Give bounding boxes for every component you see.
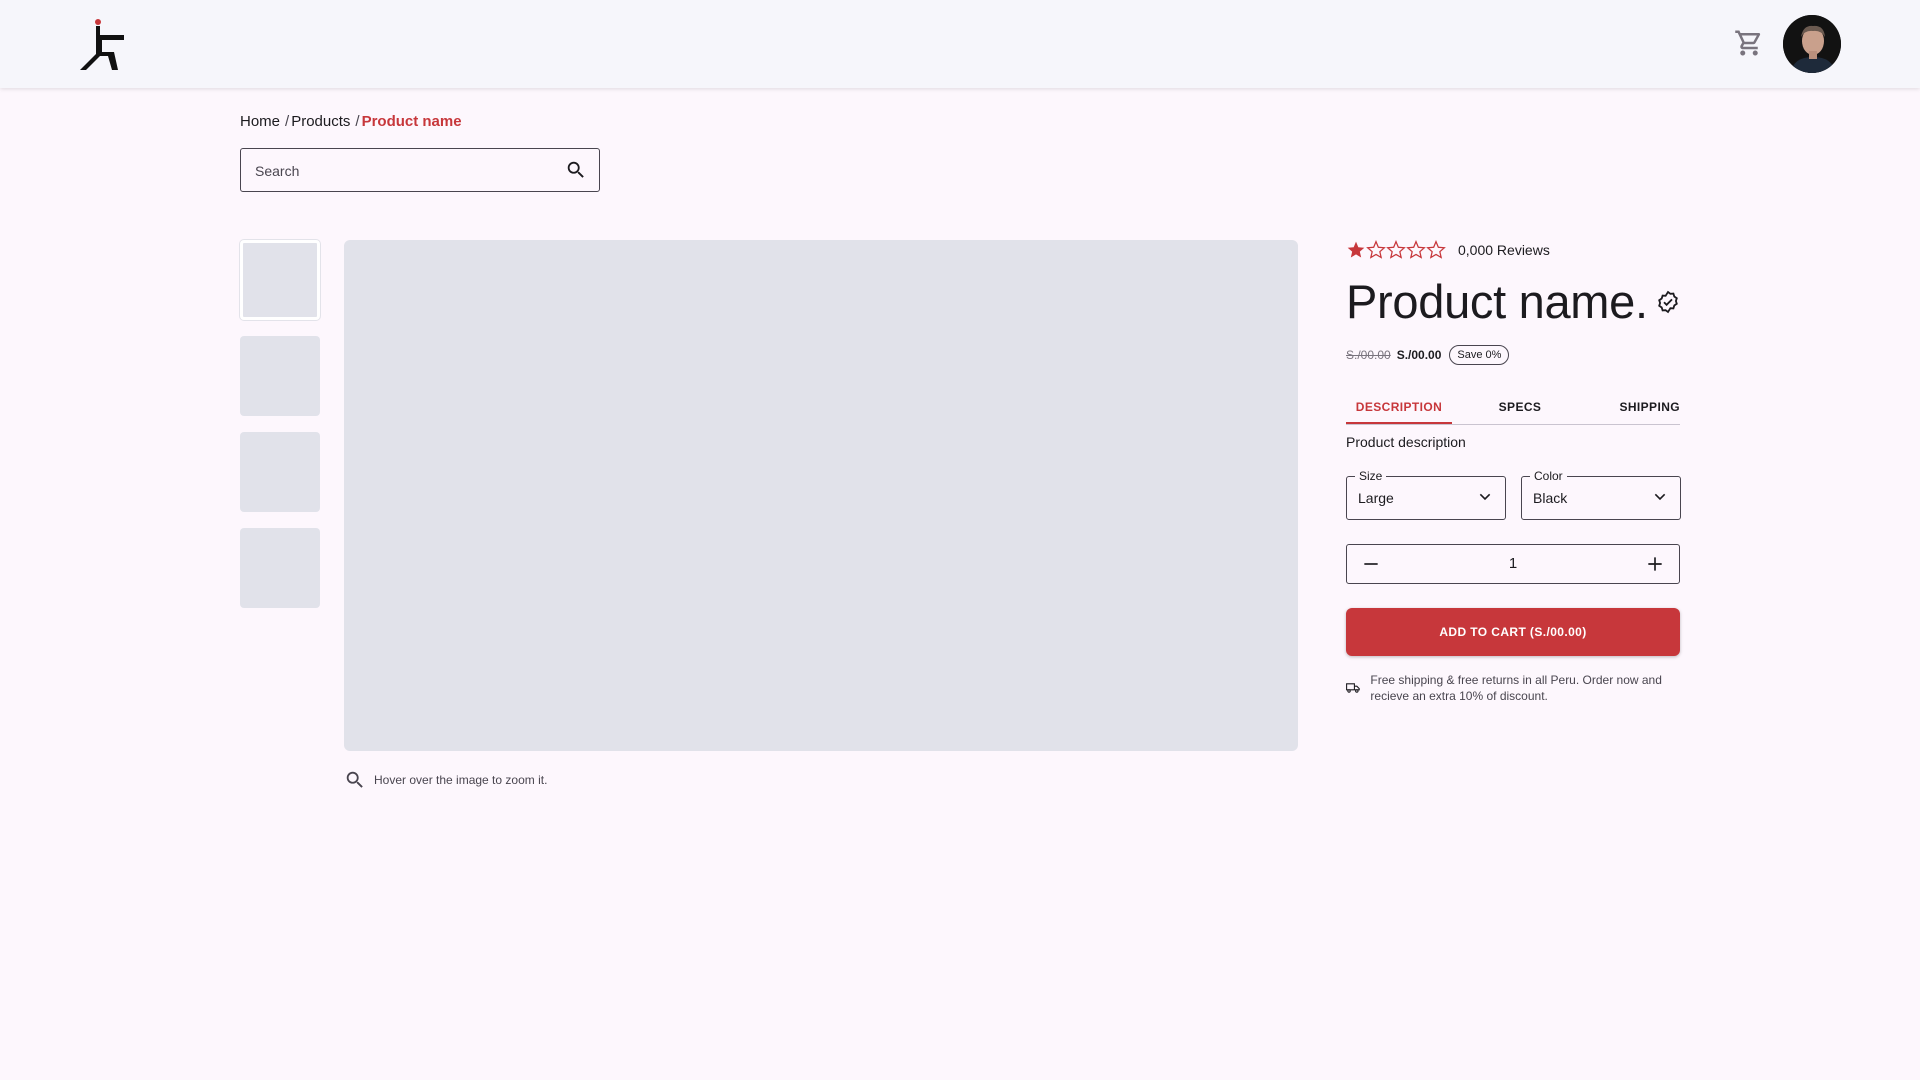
product-description: Product description (1346, 434, 1466, 450)
breadcrumb-home[interactable]: Home (240, 113, 280, 130)
star-filled-icon[interactable] (1346, 240, 1366, 260)
old-price: S./00.00 (1346, 348, 1391, 362)
star-outline-icon[interactable] (1366, 240, 1386, 260)
tab-specs[interactable]: SPECS (1452, 396, 1588, 424)
product-title: Product name. (1346, 275, 1648, 328)
search-icon[interactable] (565, 159, 587, 181)
breadcrumb-products[interactable]: Products (291, 113, 350, 130)
star-outline-icon[interactable] (1386, 240, 1406, 260)
breadcrumb-separator: / (285, 113, 290, 130)
current-price: S./00.00 (1396, 348, 1442, 362)
size-label: Size (1355, 469, 1387, 483)
breadcrumb-current: Product name (361, 113, 462, 130)
rating: 0,000 Reviews (1346, 240, 1550, 260)
size-select[interactable]: Size Large (1346, 469, 1506, 520)
price-row: S./00.00 S./00.00 Save 0% (1346, 345, 1510, 365)
search-input[interactable] (253, 149, 557, 193)
save-badge: Save 0% (1449, 345, 1510, 365)
top-app-bar (0, 0, 1920, 88)
verified-badge-icon (1658, 290, 1678, 314)
brand-logo[interactable] (78, 18, 128, 72)
shipping-text: Free shipping & free returns in all Peru… (1370, 673, 1662, 703)
product-main-image[interactable] (344, 240, 1298, 751)
tab-description[interactable]: DESCRIPTION (1346, 396, 1452, 424)
shipping-note: Free shipping & free returns in all Peru… (1346, 672, 1680, 704)
truck-icon (1346, 683, 1360, 693)
thumbnail-4[interactable] (240, 528, 320, 608)
breadcrumb-separator: / (355, 113, 360, 130)
zoom-hint-text: Hover over the image to zoom it. (374, 773, 548, 787)
tab-shipping[interactable]: SHIPPING (1588, 396, 1680, 424)
zoom-hint: Hover over the image to zoom it. (344, 769, 547, 791)
thumbnail-3[interactable] (240, 432, 320, 512)
color-select[interactable]: Color Black (1521, 469, 1681, 520)
cart-icon[interactable] (1734, 28, 1764, 58)
chevron-down-icon (1654, 493, 1666, 501)
product-tabs: DESCRIPTION SPECS SHIPPING (1346, 396, 1680, 425)
size-value: Large (1358, 490, 1394, 506)
thumbnail-2[interactable] (240, 336, 320, 416)
color-label: Color (1530, 469, 1567, 483)
star-outline-icon[interactable] (1406, 240, 1426, 260)
reviews-count[interactable]: 0,000 Reviews (1458, 242, 1550, 258)
chevron-down-icon (1479, 493, 1491, 501)
zoom-icon (346, 771, 363, 788)
star-outline-icon[interactable] (1426, 240, 1446, 260)
quantity-value[interactable]: 1 (1347, 555, 1679, 572)
avatar-portrait-icon (1783, 15, 1841, 73)
plus-icon[interactable] (1645, 554, 1665, 574)
thumbnail-1[interactable] (240, 240, 320, 320)
breadcrumb: Home / Products / Product name (240, 113, 462, 130)
search-field (240, 148, 600, 193)
quantity-stepper: 1 (1346, 544, 1680, 584)
user-avatar[interactable] (1783, 15, 1841, 73)
color-value: Black (1533, 490, 1568, 506)
add-to-cart-button[interactable]: ADD TO CART (S./00.00) (1346, 608, 1680, 656)
